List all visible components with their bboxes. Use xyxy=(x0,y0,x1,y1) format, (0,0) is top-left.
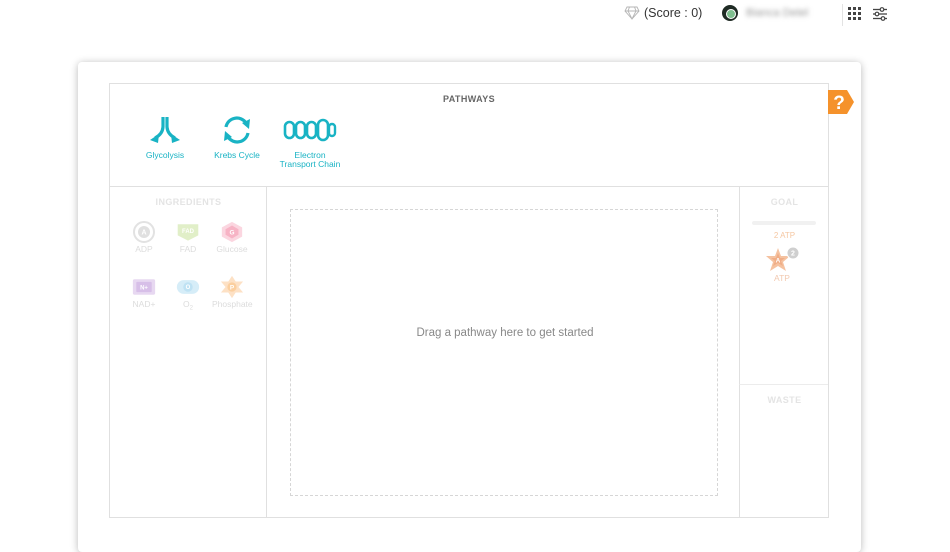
adp-icon: A xyxy=(132,221,156,243)
svg-text:G: G xyxy=(229,229,234,236)
ingredient-label: ADP xyxy=(135,244,153,254)
goal-title: GOAL xyxy=(770,197,799,207)
settings-sliders-icon[interactable] xyxy=(872,6,888,22)
goal-progress-bar xyxy=(752,221,816,225)
nad-icon: N+ xyxy=(132,278,156,296)
pathways-title: PATHWAYS xyxy=(442,94,496,104)
ingredient-label: O2 xyxy=(183,299,193,312)
etc-label-line2: Transport Chain xyxy=(279,159,341,169)
score-display: (Score : 0) xyxy=(624,6,702,20)
svg-text:N+: N+ xyxy=(140,286,148,292)
glycolysis-label: Glycolysis xyxy=(145,150,185,160)
ingredients-panel: INGREDIENTS A ADP FAD FAD G Glucose N+ N… xyxy=(110,187,267,517)
krebs-cycle-label: Krebs Cycle xyxy=(214,150,260,160)
krebs-cycle-icon xyxy=(224,116,250,144)
electron-transport-chain-icon xyxy=(283,118,337,142)
svg-text:FAD: FAD xyxy=(182,229,195,235)
o2-icon: O xyxy=(176,278,200,296)
top-bar: (Score : 0) Bianca Detel xyxy=(0,0,950,32)
pathway-glycolysis[interactable]: Glycolysis xyxy=(138,114,192,160)
game-card: PATHWAYS Glycolysis Krebs Cycle Electron… xyxy=(78,62,861,552)
glycolysis-icon xyxy=(150,117,180,143)
ingredient-adp[interactable]: A ADP xyxy=(124,221,164,254)
ingredient-label: Phosphate xyxy=(212,299,253,309)
game-board: PATHWAYS Glycolysis Krebs Cycle Electron… xyxy=(109,83,829,518)
goal-panel: GOAL 2 ATP A 2 ATP xyxy=(739,187,828,385)
svg-text:O: O xyxy=(186,285,191,291)
pathway-krebs-cycle[interactable]: Krebs Cycle xyxy=(212,114,262,160)
goal-item-atp: A 2 ATP xyxy=(762,245,802,283)
pathway-electron-transport-chain[interactable]: Electron Transport Chain xyxy=(276,114,344,169)
user-menu[interactable]: Bianca Detel xyxy=(722,5,808,21)
phosphate-icon: P xyxy=(220,275,244,299)
ingredient-glucose[interactable]: G Glucose xyxy=(212,221,252,254)
drop-zone-placeholder: Drag a pathway here to get started xyxy=(416,327,594,339)
diamond-icon xyxy=(624,6,640,20)
ingredient-fad[interactable]: FAD FAD xyxy=(168,223,208,254)
waste-panel: WASTE xyxy=(739,385,828,517)
goal-requirement: 2 ATP xyxy=(773,231,796,240)
svg-text:A: A xyxy=(776,258,781,265)
divider xyxy=(842,4,843,26)
fad-icon: FAD xyxy=(176,223,200,241)
ingredient-label: FAD xyxy=(179,244,197,254)
apps-grid-icon[interactable] xyxy=(848,7,862,21)
svg-text:P: P xyxy=(230,284,235,291)
score-label: (Score : 0) xyxy=(644,6,703,20)
ingredient-o2[interactable]: O O2 xyxy=(168,278,208,312)
ingredient-label: Glucose xyxy=(216,244,248,254)
username[interactable]: Bianca Detel xyxy=(746,7,808,19)
avatar[interactable] xyxy=(722,5,738,21)
ingredient-label: NAD+ xyxy=(132,299,156,309)
waste-title: WASTE xyxy=(767,395,802,405)
help-icon[interactable]: ? xyxy=(827,88,855,116)
svg-text:2: 2 xyxy=(791,251,795,258)
ingredient-nad[interactable]: N+ NAD+ xyxy=(124,278,164,309)
ingredient-phosphate[interactable]: P Phosphate xyxy=(212,275,253,309)
ingredients-title: INGREDIENTS xyxy=(155,197,222,207)
pathway-drop-zone[interactable]: Drag a pathway here to get started xyxy=(290,209,718,496)
svg-text:A: A xyxy=(141,230,146,237)
pathways-panel: PATHWAYS Glycolysis Krebs Cycle Electron… xyxy=(110,84,828,187)
svg-text:?: ? xyxy=(833,93,845,114)
glucose-icon: G xyxy=(220,221,244,243)
